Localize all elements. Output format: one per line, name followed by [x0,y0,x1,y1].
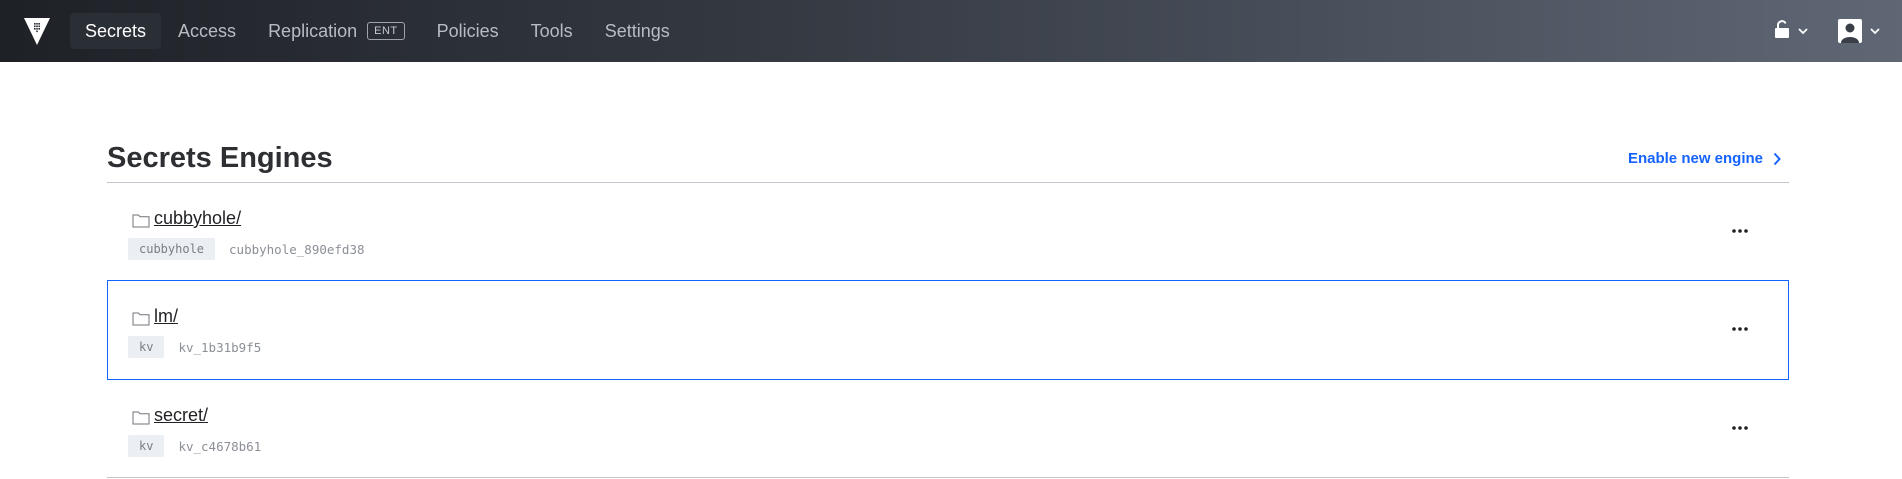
engine-path-link[interactable]: lm/ [154,306,178,327]
chevron-right-icon [1773,152,1781,165]
engine-name: lm/ [132,306,178,327]
nav-item-label: Access [178,20,237,41]
top-right-controls [1774,0,1902,62]
ellipsis-icon [1732,229,1748,233]
engine-row-cubbyhole[interactable]: cubbyhole/ cubbyhole cubbyhole_890efd38 [107,183,1789,281]
engine-meta: kv kv_1b31b9f5 [128,336,261,358]
engine-accessor: kv_c4678b61 [178,438,262,454]
page-header: Secrets Engines Enable new engine [107,62,1789,183]
enable-new-engine-label: Enable new engine [1627,150,1763,167]
nav-item-secrets[interactable]: Secrets [70,13,162,49]
page-title: Secrets Engines [107,142,333,174]
engine-row-lm[interactable]: lm/ kv kv_1b31b9f5 [107,280,1789,380]
unlock-icon [1774,19,1790,43]
folder-icon [132,312,150,325]
nav-item-replication[interactable]: Replication ENT [253,13,420,49]
engine-path-link[interactable]: secret/ [154,405,208,426]
more-options-button[interactable] [1729,418,1751,438]
chevron-down-icon [1798,22,1808,40]
engine-type-tag: cubbyhole [128,238,216,260]
nav-item-policies[interactable]: Policies [422,13,514,49]
engine-type-tag: kv [128,435,165,457]
engine-row-secret[interactable]: secret/ kv kv_c4678b61 [107,380,1789,478]
user-avatar-icon [1838,19,1862,43]
main-nav: Secrets Access Replication ENT Policies … [70,0,687,62]
nav-item-label: Secrets [85,20,147,41]
chevron-down-icon [1870,22,1880,40]
nav-item-settings[interactable]: Settings [590,13,685,49]
enterprise-badge: ENT [367,22,405,40]
engine-type-tag: kv [128,336,165,358]
nav-item-label: Tools [530,20,573,41]
folder-icon [132,214,150,227]
engine-accessor: kv_1b31b9f5 [178,339,262,355]
nav-item-tools[interactable]: Tools [516,13,588,49]
nav-item-label: Policies [436,20,499,41]
nav-item-access[interactable]: Access [163,13,251,49]
seal-status-menu[interactable] [1774,19,1808,43]
main-content: Secrets Engines Enable new engine cubbyh… [107,62,1789,478]
enable-new-engine-link[interactable]: Enable new engine [1628,150,1781,167]
nav-item-label: Settings [604,20,670,41]
engine-path-link[interactable]: cubbyhole/ [154,208,241,229]
vault-logo-icon[interactable] [24,16,50,46]
top-navigation-bar: Secrets Access Replication ENT Policies … [0,0,1902,62]
secrets-engine-list: cubbyhole/ cubbyhole cubbyhole_890efd38 [107,183,1789,478]
user-menu[interactable] [1838,19,1880,43]
more-options-button[interactable] [1729,221,1751,241]
more-options-button[interactable] [1729,319,1751,339]
ellipsis-icon [1732,426,1748,430]
nav-item-label: Replication [268,20,358,41]
ellipsis-icon [1732,327,1748,331]
engine-name: cubbyhole/ [132,208,241,229]
engine-meta: cubbyhole cubbyhole_890efd38 [128,238,365,260]
engine-meta: kv kv_c4678b61 [128,435,261,457]
engine-accessor: cubbyhole_890efd38 [229,241,365,257]
folder-icon [132,411,150,424]
engine-name: secret/ [132,405,208,426]
